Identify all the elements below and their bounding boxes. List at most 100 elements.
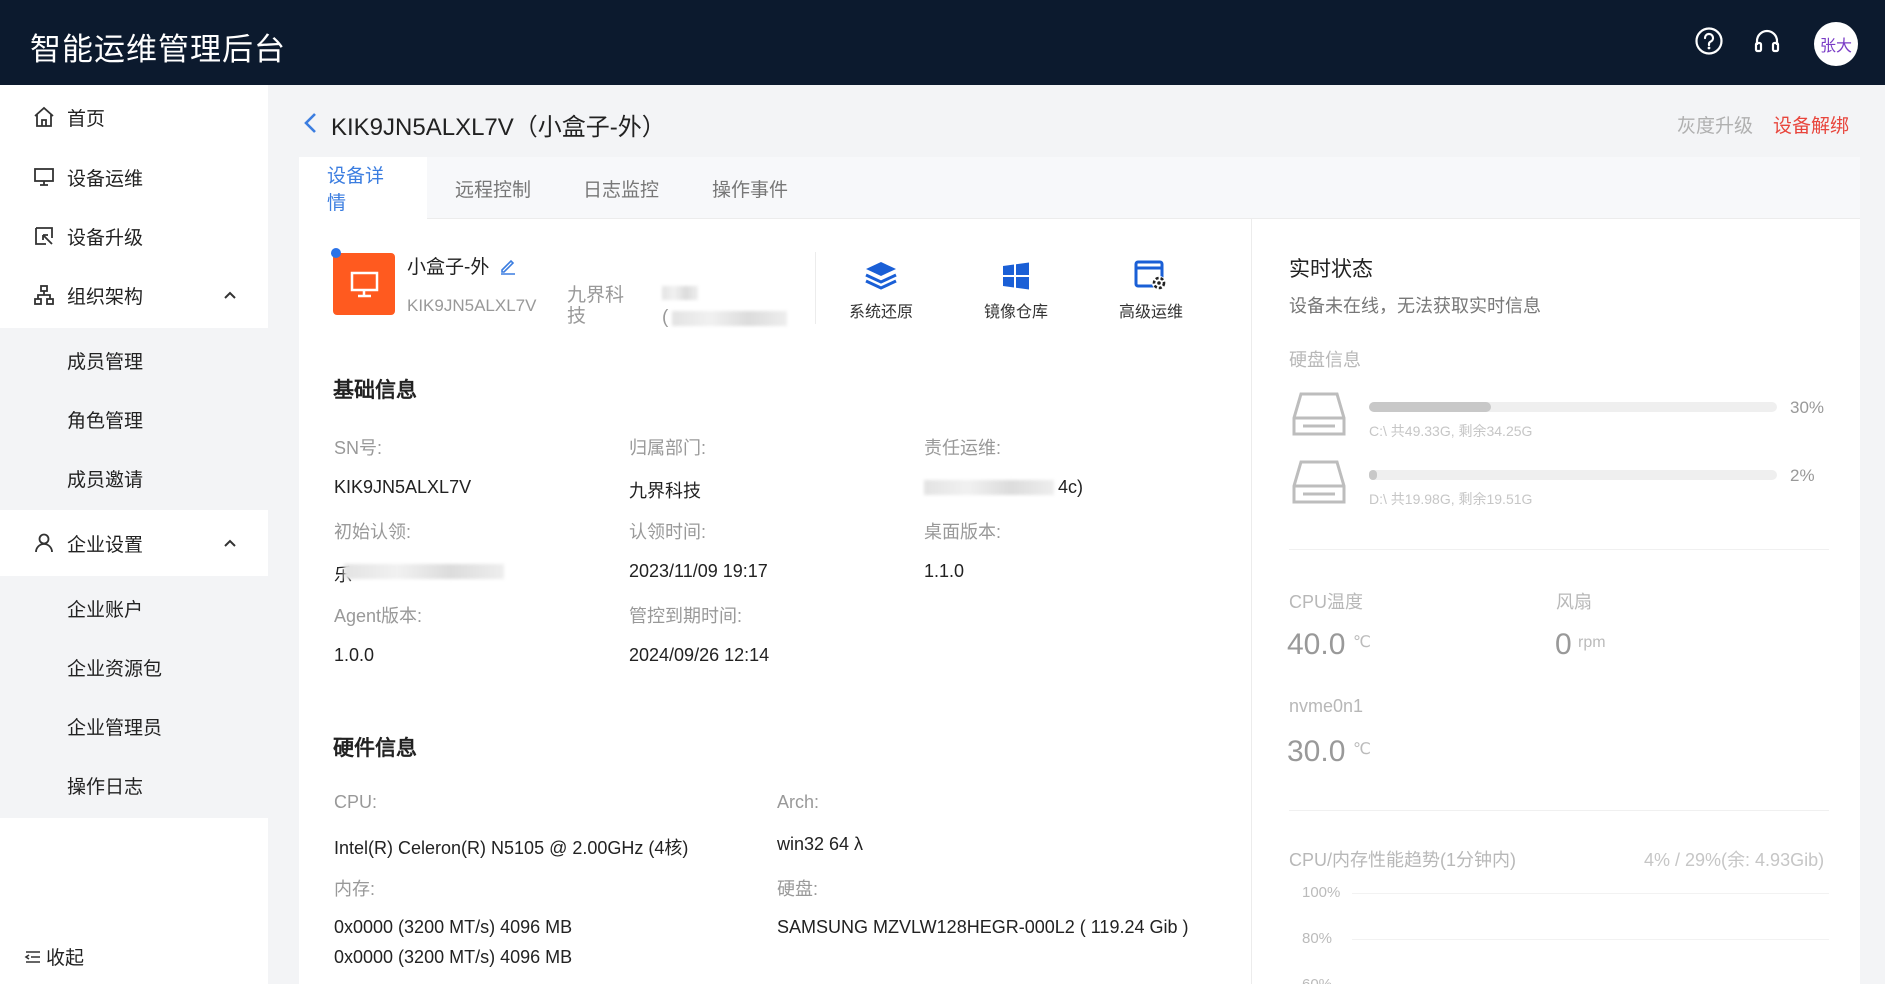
dept-label: 归属部门: xyxy=(629,438,707,458)
nav-enterprise-account[interactable]: 企业账户 xyxy=(67,595,143,622)
advanced-ops-label: 高级运维 xyxy=(1118,304,1183,321)
disk-info-title: 硬盘信息 xyxy=(1289,350,1361,370)
nvme-label: nvme0n1 xyxy=(1289,696,1364,716)
back-arrow-icon[interactable] xyxy=(300,110,322,136)
disk-d-usage-fill xyxy=(1369,470,1377,480)
memory-label: 内存: xyxy=(334,879,376,899)
nav-enterprise-admins[interactable]: 企业管理员 xyxy=(67,713,162,740)
unbind-device-button[interactable]: 设备解绑 xyxy=(1773,111,1849,138)
gray-upgrade-button[interactable]: 灰度升级 xyxy=(1677,111,1753,138)
cpu-label: CPU: xyxy=(334,792,378,812)
app-title: 智能运维管理后台 xyxy=(30,32,286,67)
expire-value: 2024/09/26 12:14 xyxy=(629,645,770,665)
nav-org[interactable]: 组织架构 xyxy=(0,270,268,320)
nvme-temp-unit: ℃ xyxy=(1353,741,1371,758)
agent-version-label: Agent版本: xyxy=(334,606,423,626)
tab-device-detail[interactable]: 设备详情 xyxy=(299,157,427,219)
cpu-temp-label: CPU温度 xyxy=(1289,592,1364,612)
redacted-owner xyxy=(662,286,698,300)
device-dept: 九界科技 xyxy=(567,285,625,327)
claim-time-value: 2023/11/09 19:17 xyxy=(629,561,768,581)
tab-operation-events[interactable]: 操作事件 xyxy=(684,157,816,219)
advanced-ops-button[interactable]: 高级运维 xyxy=(1091,258,1211,322)
y-tick-60: 60% xyxy=(1302,976,1332,984)
disk-d-detail: D:\ 共19.98G, 剩余19.51G xyxy=(1369,491,1533,507)
grid-line xyxy=(1352,893,1829,894)
monitor-icon xyxy=(350,271,379,298)
headset-icon[interactable] xyxy=(1752,26,1782,56)
grid-line xyxy=(1352,939,1829,940)
ops-label: 责任运维: xyxy=(924,438,1002,458)
fan-unit: rpm xyxy=(1578,634,1606,651)
arch-label: Arch: xyxy=(777,792,820,812)
nav-device-upgrade-label: 设备升级 xyxy=(67,227,144,249)
nav-device-ops-label: 设备运维 xyxy=(67,168,144,190)
nav-device-upgrade[interactable]: 设备升级 xyxy=(0,211,268,261)
nav-roles[interactable]: 角色管理 xyxy=(67,406,143,433)
realtime-title: 实时状态 xyxy=(1289,258,1373,281)
redacted-claim xyxy=(344,564,504,579)
disk-label: 硬盘: xyxy=(777,879,819,899)
disk-c-usage-fill xyxy=(1369,402,1491,412)
monitor-icon xyxy=(34,168,54,186)
arch-value: win32 64 λ xyxy=(777,834,864,854)
hard-drive-icon xyxy=(1292,392,1346,436)
disk-c-usage-bar xyxy=(1369,402,1777,412)
hard-drive-icon xyxy=(1292,460,1346,504)
device-avatar xyxy=(333,253,395,315)
nav-device-ops[interactable]: 设备运维 xyxy=(0,152,268,202)
expire-label: 管控到期时间: xyxy=(629,606,743,626)
sidebar: 首页 设备运维 设备升级 组织架构 成员管理 角色管理 成员邀请 企业设置 企业… xyxy=(0,85,268,984)
top-bar: 智能运维管理后台 张大 xyxy=(0,0,1885,85)
user-icon xyxy=(35,533,53,553)
trend-values: 4% / 29%(余: 4.93Gib) xyxy=(1644,850,1825,870)
nav-members[interactable]: 成员管理 xyxy=(67,347,143,374)
disk-c-detail: C:\ 共49.33G, 剩余34.25G xyxy=(1369,423,1533,439)
collapse-icon xyxy=(24,950,40,963)
cpu-temp-unit: ℃ xyxy=(1353,634,1371,651)
nav-resource-pack[interactable]: 企业资源包 xyxy=(67,654,162,681)
device-name: 小盒子-外 xyxy=(407,252,517,279)
y-tick-100: 100% xyxy=(1302,884,1341,901)
section-divider xyxy=(1289,810,1829,811)
image-repo-button[interactable]: 镜像仓库 xyxy=(956,258,1076,322)
head-separator xyxy=(815,252,816,324)
tab-log-monitor[interactable]: 日志监控 xyxy=(555,157,687,219)
collapse-label: 收起 xyxy=(46,948,85,969)
dept-value: 九界科技 xyxy=(629,481,701,501)
basic-info-title: 基础信息 xyxy=(333,379,417,402)
page-title: KIK9JN5ALXL7V（小盒子-外） xyxy=(331,114,666,141)
enterprise-submenu: 企业账户 企业资源包 企业管理员 操作日志 xyxy=(0,576,268,818)
desktop-version-label: 桌面版本: xyxy=(924,522,1002,542)
nav-enterprise[interactable]: 企业设置 xyxy=(0,518,268,568)
status-dot xyxy=(331,248,341,258)
disk-value: SAMSUNG MZVLW128HEGR-000L2 ( 119.24 Gib … xyxy=(777,917,1189,937)
redacted-owner-id xyxy=(672,311,787,326)
nav-operation-log[interactable]: 操作日志 xyxy=(67,772,143,799)
disk-d-usage-bar xyxy=(1369,470,1777,480)
desktop-version-value: 1.1.0 xyxy=(924,561,965,581)
cpu-value: Intel(R) Celeron(R) N5105 @ 2.00GHz (4核) xyxy=(334,838,689,858)
gear-window-icon xyxy=(1134,260,1166,290)
system-restore-button[interactable]: 系统还原 xyxy=(821,258,941,322)
sn-label: SN号: xyxy=(334,438,383,458)
device-sn: KIK9JN5ALXL7V xyxy=(407,296,537,315)
nav-home[interactable]: 首页 xyxy=(0,92,268,142)
sn-value: KIK9JN5ALXL7V xyxy=(334,477,472,497)
cpu-temp-value: 40.0 xyxy=(1287,628,1346,661)
edit-icon[interactable] xyxy=(499,257,517,275)
nav-invites[interactable]: 成员邀请 xyxy=(67,465,143,492)
redacted-ops xyxy=(924,480,1054,495)
trend-label: CPU/内存性能趋势(1分钟内) xyxy=(1289,850,1517,870)
memory-value-2: 0x0000 (3200 MT/s) 4096 MB xyxy=(334,947,573,967)
user-avatar[interactable]: 张大 xyxy=(1814,22,1858,66)
disk-d-percent: 2% xyxy=(1790,466,1815,485)
realtime-subtitle: 设备未在线，无法获取实时信息 xyxy=(1289,296,1541,316)
chevron-up-icon xyxy=(224,291,236,299)
org-icon xyxy=(34,285,54,305)
collapse-sidebar-button[interactable]: 收起 xyxy=(24,943,84,970)
nav-org-label: 组织架构 xyxy=(67,286,144,308)
nav-home-label: 首页 xyxy=(67,108,106,130)
tab-remote-control[interactable]: 远程控制 xyxy=(427,157,559,219)
help-circle-icon[interactable] xyxy=(1694,26,1724,56)
